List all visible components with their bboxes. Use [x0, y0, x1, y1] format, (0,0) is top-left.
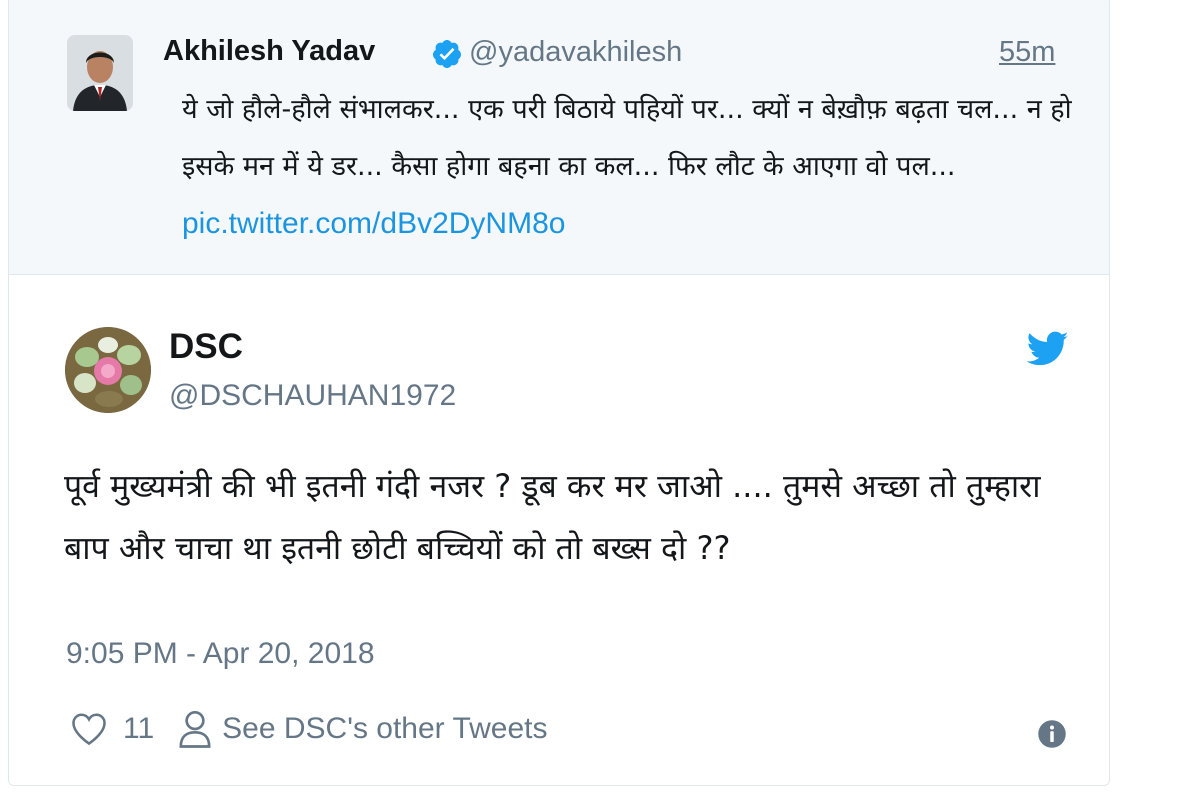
display-name[interactable]: DSC [169, 327, 243, 367]
see-other-tweets-link[interactable]: See DSC's other Tweets [222, 712, 547, 746]
parent-display-name[interactable]: Akhilesh Yadav [163, 35, 375, 68]
parent-tweet[interactable]: Akhilesh Yadav @yadavakhilesh 55m ये जो … [9, 0, 1109, 275]
tweet-embed-card: Akhilesh Yadav @yadavakhilesh 55m ये जो … [8, 0, 1110, 786]
tweet-text: पूर्व मुख्यमंत्री की भी इतनी गंदी नजर ? … [64, 467, 1041, 567]
twitter-bird-icon[interactable] [1027, 331, 1069, 367]
parent-media-link[interactable]: pic.twitter.com/dBv2DyNM8o [182, 207, 565, 240]
heart-icon[interactable] [69, 710, 109, 748]
avatar[interactable] [65, 327, 151, 413]
like-count[interactable]: 11 [123, 712, 154, 746]
person-icon[interactable] [178, 709, 212, 749]
parent-avatar[interactable] [67, 35, 133, 111]
parent-relative-time[interactable]: 55m [999, 36, 1055, 69]
parent-handle[interactable]: @yadavakhilesh [469, 36, 682, 69]
user-handle[interactable]: @DSCHAUHAN1972 [169, 379, 456, 413]
tweet-timestamp[interactable]: 9:05 PM - Apr 20, 2018 [66, 637, 375, 671]
parent-tweet-text: ये जो हौले-हौले संभालकर... एक परी बिठाये… [182, 81, 1072, 253]
tweet-actions: 11 See DSC's other Tweets [69, 707, 547, 751]
info-icon[interactable] [1037, 719, 1067, 749]
verified-badge-icon [432, 40, 461, 68]
parent-tweet-body: ये जो हौले-हौले संभालकर... एक परी बिठाये… [182, 94, 1072, 182]
